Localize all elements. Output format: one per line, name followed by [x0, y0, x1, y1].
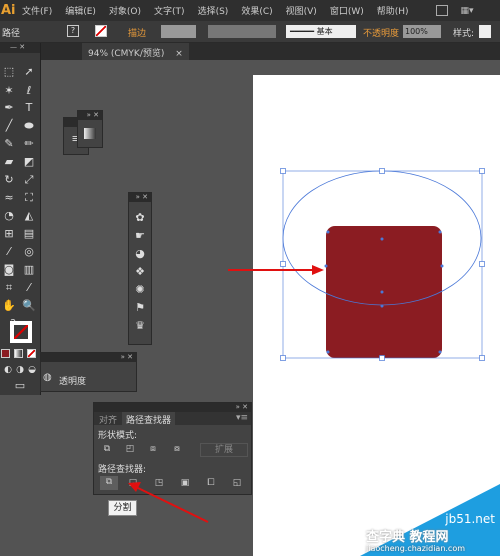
blob-brush-tool-icon[interactable]: ▰	[2, 155, 16, 169]
symbol-sprayer-icon[interactable]: ✿	[133, 211, 147, 225]
screen-mode-icon[interactable]: ▭	[13, 379, 27, 393]
watermark-triangle	[360, 484, 500, 556]
direct-selection-tool-icon[interactable]: ⬚	[2, 65, 16, 79]
eyedropper-tool-icon[interactable]: ⁄	[2, 245, 16, 259]
color-mode-button[interactable]	[1, 349, 10, 358]
perspective-grid-tool-icon[interactable]: ◭	[22, 209, 36, 223]
panel-grip[interactable]: » ✕	[129, 193, 151, 202]
blend-tool-icon[interactable]: ◎	[22, 245, 36, 259]
pathfinders-label: 路径查找器:	[98, 465, 147, 475]
group-selection-tool-icon[interactable]: ➚	[22, 65, 36, 79]
symbol-stainer-icon[interactable]: ⚑	[133, 301, 147, 315]
crop-button[interactable]: ▣	[178, 477, 192, 489]
symbols-tool-panel: » ✕ ✿ ☛ ◕ ❖ ✺ ⚑ ♛	[128, 192, 152, 345]
red-arrow-to-shape	[228, 265, 324, 275]
pencil-tool-icon[interactable]: ✏	[22, 137, 36, 151]
merge-button[interactable]: ◳	[152, 477, 166, 489]
artboard-tool-icon[interactable]: ⌗	[2, 281, 16, 295]
panel-grip[interactable]: » ✕	[78, 111, 102, 120]
intersect-button[interactable]: ⧈	[146, 443, 160, 455]
mesh-tool-icon[interactable]: ⊞	[2, 227, 16, 241]
outline-button[interactable]: ⧠	[204, 477, 218, 489]
gradient-mode-button[interactable]	[14, 349, 23, 358]
free-transform-tool-icon[interactable]: ⛶	[22, 191, 36, 205]
tab-align[interactable]: 对齐	[99, 413, 117, 426]
transparency-panel: » ✕ ◍ 透明度	[40, 352, 137, 392]
trim-button[interactable]: ◲	[126, 477, 140, 489]
draw-inside-icon[interactable]: ◒	[25, 363, 39, 377]
scale-tool-icon[interactable]: ⤢	[22, 173, 36, 187]
pathfinder-panel: » ✕ 对齐 路径查找器 ▾≡ 形状模式: ⧉ ◰ ⧈ ⧇ 扩展 路径查找器: …	[93, 402, 252, 495]
exclude-button[interactable]: ⧇	[170, 443, 184, 455]
gradient-panel-icon[interactable]	[84, 128, 96, 139]
type-tool-icon[interactable]: T	[22, 101, 36, 115]
column-graph-tool-icon[interactable]: ▥	[22, 263, 36, 277]
eraser-tool-icon[interactable]: ◩	[22, 155, 36, 169]
transparency-icon[interactable]: ◍	[43, 372, 52, 383]
symbol-scruncher-icon[interactable]: ◕	[133, 247, 147, 261]
shape-modes-label: 形状模式:	[98, 431, 138, 441]
tab-pathfinder[interactable]: 路径查找器	[122, 412, 176, 426]
symbol-shifter-icon[interactable]: ☛	[133, 229, 147, 243]
none-mode-button[interactable]	[27, 349, 36, 358]
magic-wand-tool-icon[interactable]: ✶	[2, 84, 16, 98]
tools-panel: — ✕ ⬚ ➚ ✶ ℓ ✒ T ╱ ⬬ ✎ ✏ ▰ ◩ ↻ ⤢ ≈ ⛶ ◔ ◭ …	[0, 43, 41, 395]
minus-front-button[interactable]: ◰	[123, 443, 137, 455]
warp-tool-icon[interactable]: ≈	[2, 191, 16, 205]
transparency-label[interactable]: 透明度	[59, 374, 86, 387]
paintbrush-tool-icon[interactable]: ✎	[2, 137, 16, 151]
red-rounded-rectangle[interactable]	[326, 226, 442, 358]
divide-button[interactable]: ⧉	[100, 476, 118, 490]
unite-button[interactable]: ⧉	[100, 443, 114, 455]
lasso-tool-icon[interactable]: ℓ	[22, 84, 36, 98]
panel-menu-icon[interactable]: ▾≡	[236, 413, 248, 423]
zoom-tool-icon[interactable]: 🔍	[22, 299, 36, 313]
pen-tool-icon[interactable]: ✒	[2, 101, 16, 115]
gradient-tool-icon[interactable]: ▤	[22, 227, 36, 241]
hand-tool-icon[interactable]: ✋	[2, 299, 16, 313]
symbol-spinner-icon[interactable]: ✺	[133, 283, 147, 297]
slice-tool-icon[interactable]: ⁄	[22, 281, 36, 295]
rotate-tool-icon[interactable]: ↻	[2, 173, 16, 187]
panel-tab-strip: 对齐 路径查找器 ▾≡	[94, 412, 251, 426]
symbol-screener-icon[interactable]: ♛	[133, 319, 147, 333]
minus-back-button[interactable]: ◱	[230, 477, 244, 489]
stroke-fill-indicator[interactable]	[10, 321, 32, 343]
symbol-sprayer-tool-icon[interactable]: ◙	[2, 263, 16, 277]
symbol-sizer-icon[interactable]: ❖	[133, 265, 147, 279]
collapsed-panel-front[interactable]: » ✕	[77, 110, 103, 148]
panel-grip[interactable]: » ✕	[94, 403, 251, 412]
divide-tooltip: 分割	[108, 500, 137, 516]
panel-grip[interactable]: » ✕	[41, 353, 136, 362]
shape-builder-tool-icon[interactable]: ◔	[2, 209, 16, 223]
expand-button[interactable]: 扩展	[200, 443, 248, 457]
ellipse-tool-icon[interactable]: ⬬	[22, 119, 36, 133]
line-tool-icon[interactable]: ╱	[2, 119, 16, 133]
tools-panel-grip[interactable]: — ✕	[0, 43, 40, 53]
